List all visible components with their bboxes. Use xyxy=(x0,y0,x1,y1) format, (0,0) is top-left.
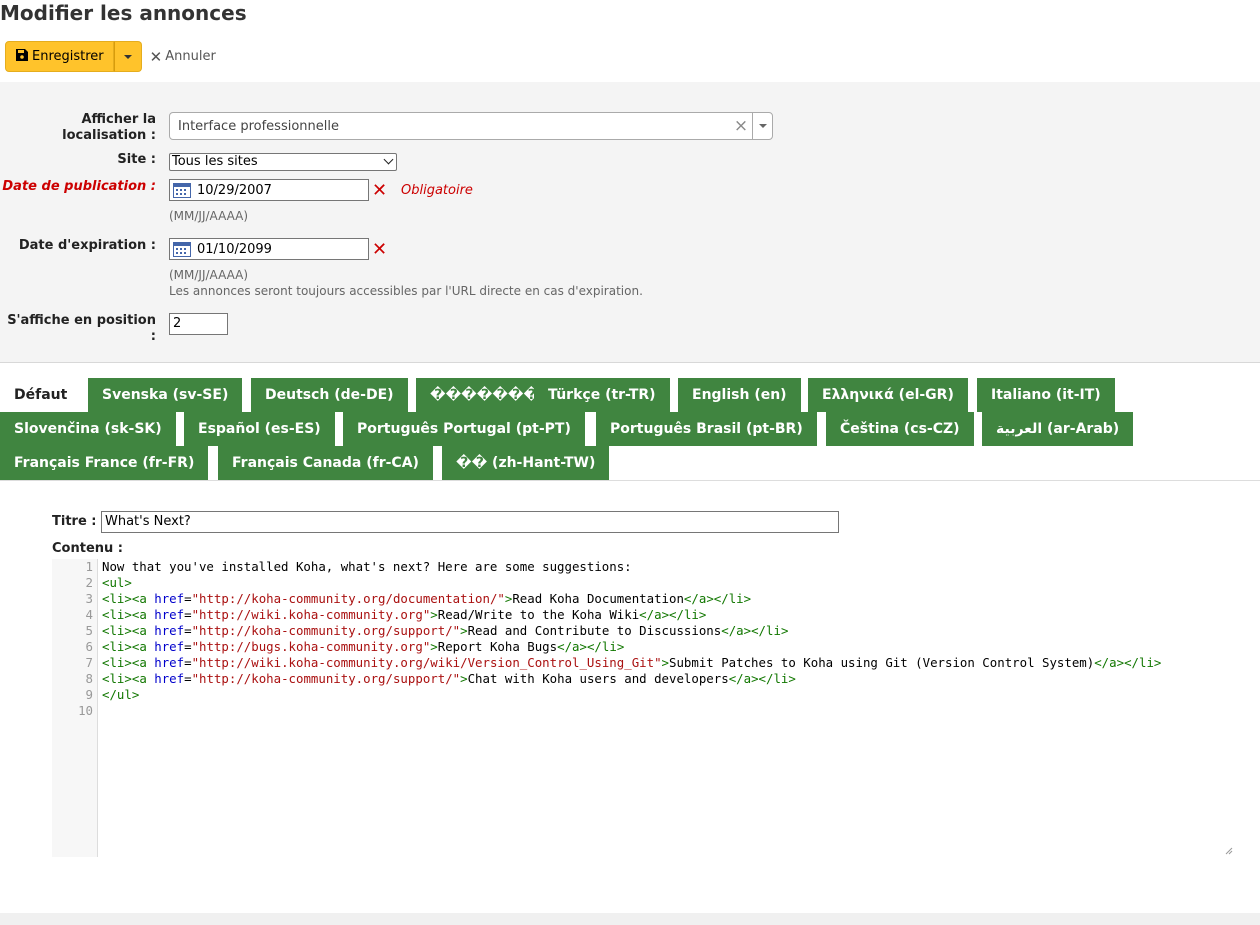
tab-it-it[interactable]: Italiano (it-IT) xyxy=(977,378,1115,412)
site-select-value: Tous les sites xyxy=(172,154,258,169)
tab-ar-arab[interactable]: العربية (ar-Arab) xyxy=(982,412,1134,446)
clear-expiration-date-icon[interactable]: ✕ xyxy=(372,239,387,260)
expiration-note: Les annonces seront toujours accessibles… xyxy=(169,284,643,298)
tab-zh-hant-tw[interactable]: �� (zh-Hant-TW) xyxy=(442,446,610,480)
site-select[interactable]: Tous les sites xyxy=(169,153,397,171)
expiration-date-field[interactable]: 01/10/2099 xyxy=(169,238,369,260)
code-line: </ul> xyxy=(102,687,140,702)
code-line: <li><a href="http://wiki.koha-community.… xyxy=(102,607,707,622)
code-line: <li><a href="http://koha-community.org/d… xyxy=(102,591,752,606)
calendar-icon xyxy=(173,242,191,257)
close-icon: ✕ xyxy=(149,47,163,66)
location-select-value: Interface professionnelle xyxy=(178,118,339,134)
location-label: Afficher la localisation : xyxy=(0,112,156,144)
location-label-text: Afficher la localisation : xyxy=(62,112,156,143)
code-line: Now that you've installed Koha, what's n… xyxy=(102,559,632,574)
chevron-down-icon xyxy=(383,154,394,165)
line-number: 5 xyxy=(85,623,93,638)
floppy-disk-icon xyxy=(16,48,28,65)
tab-cs-cz[interactable]: Čeština (cs-CZ) xyxy=(826,412,974,446)
save-button-label: Enregistrer xyxy=(32,49,104,64)
expiration-date-label: Date d'expiration : xyxy=(18,238,156,253)
line-number: 1 xyxy=(85,559,93,574)
site-label: Site : xyxy=(117,152,156,167)
cancel-button-label: Annuler xyxy=(165,49,216,64)
publication-date-label: Date de publication : xyxy=(2,179,156,194)
toolbar: Enregistrer ✕ Annuler xyxy=(5,41,216,72)
dropdown-arrow[interactable] xyxy=(752,113,772,139)
save-options-dropdown[interactable] xyxy=(113,41,142,72)
line-number-gutter: 1 2 3 4 5 6 7 8 9 10 xyxy=(52,559,98,857)
tab-el-gr[interactable]: Ελληνικά (el-GR) xyxy=(808,378,968,412)
clear-publication-date-icon[interactable]: ✕ xyxy=(372,180,387,201)
line-number: 8 xyxy=(85,671,93,686)
code-line: <li><a href="http://wiki.koha-community.… xyxy=(102,655,1162,670)
resize-handle-icon[interactable] xyxy=(1225,847,1233,855)
chevron-down-icon xyxy=(123,54,132,59)
code-editor[interactable]: 1 2 3 4 5 6 7 8 9 10 Now that you've ins… xyxy=(52,559,1235,857)
line-number: 6 xyxy=(85,639,93,654)
clear-selection-icon[interactable]: × xyxy=(730,116,752,136)
line-number: 7 xyxy=(85,655,93,670)
tab-de-de[interactable]: Deutsch (de-DE) xyxy=(251,378,408,412)
page-title: Modifier les annonces xyxy=(0,1,247,25)
publication-date-format-hint: (MM/JJ/AAAA) xyxy=(169,209,249,223)
publication-date-field[interactable]: 10/29/2007 xyxy=(169,179,369,201)
save-button[interactable]: Enregistrer xyxy=(5,41,114,72)
line-number: 9 xyxy=(85,687,93,702)
footer-strip xyxy=(0,913,1260,925)
calendar-icon xyxy=(173,183,191,198)
tab-pt-br[interactable]: Português Brasil (pt-BR) xyxy=(596,412,817,446)
title-field[interactable]: What's Next? xyxy=(101,511,839,533)
code-line: <li><a href="http://koha-community.org/s… xyxy=(102,623,789,638)
line-number: 10 xyxy=(78,703,93,718)
expiration-date-value: 01/10/2099 xyxy=(197,241,272,257)
tab-fr-ca[interactable]: Français Canada (fr-CA) xyxy=(218,446,433,480)
tab-default[interactable]: Défaut xyxy=(0,378,82,412)
code-line: <li><a href="http://bugs.koha-community.… xyxy=(102,639,625,654)
expiration-date-format-hint: (MM/JJ/AAAA) xyxy=(169,268,249,282)
code-line: <li><a href="http://koha-community.org/s… xyxy=(102,671,796,686)
title-label: Titre : xyxy=(52,514,97,529)
tab-pt-pt[interactable]: Português Portugal (pt-PT) xyxy=(343,412,585,446)
announcement-form: Afficher la localisation : Interface pro… xyxy=(0,82,1260,363)
position-label: S'affiche en position : xyxy=(7,313,156,344)
tab-es-es[interactable]: Español (es-ES) xyxy=(184,412,335,446)
location-select[interactable]: Interface professionnelle × xyxy=(169,112,773,140)
tab-panel-default: Titre : What's Next? Contenu : 1 2 3 4 5… xyxy=(0,481,1260,913)
tab-fr-fr[interactable]: Français France (fr-FR) xyxy=(0,446,209,480)
cancel-button[interactable]: ✕ Annuler xyxy=(150,48,216,66)
tab-en[interactable]: English (en) xyxy=(678,378,801,412)
line-number: 4 xyxy=(85,607,93,622)
chevron-down-icon xyxy=(758,124,767,128)
tab-tr-tr[interactable]: Türkçe (tr-TR) xyxy=(534,378,670,412)
required-note: Obligatoire xyxy=(401,183,473,198)
tab-sv-se[interactable]: Svenska (sv-SE) xyxy=(88,378,243,412)
publication-date-value: 10/29/2007 xyxy=(197,182,272,198)
content-label: Contenu : xyxy=(52,541,123,556)
tab-sk-sk[interactable]: Slovenčina (sk-SK) xyxy=(0,412,176,446)
code-line: <ul> xyxy=(102,575,132,590)
line-number: 3 xyxy=(85,591,93,606)
position-field[interactable]: 2 xyxy=(169,313,228,335)
line-number: 2 xyxy=(85,575,93,590)
language-tabs: Défaut Svenska (sv-SE) Deutsch (de-DE) �… xyxy=(0,378,1260,481)
